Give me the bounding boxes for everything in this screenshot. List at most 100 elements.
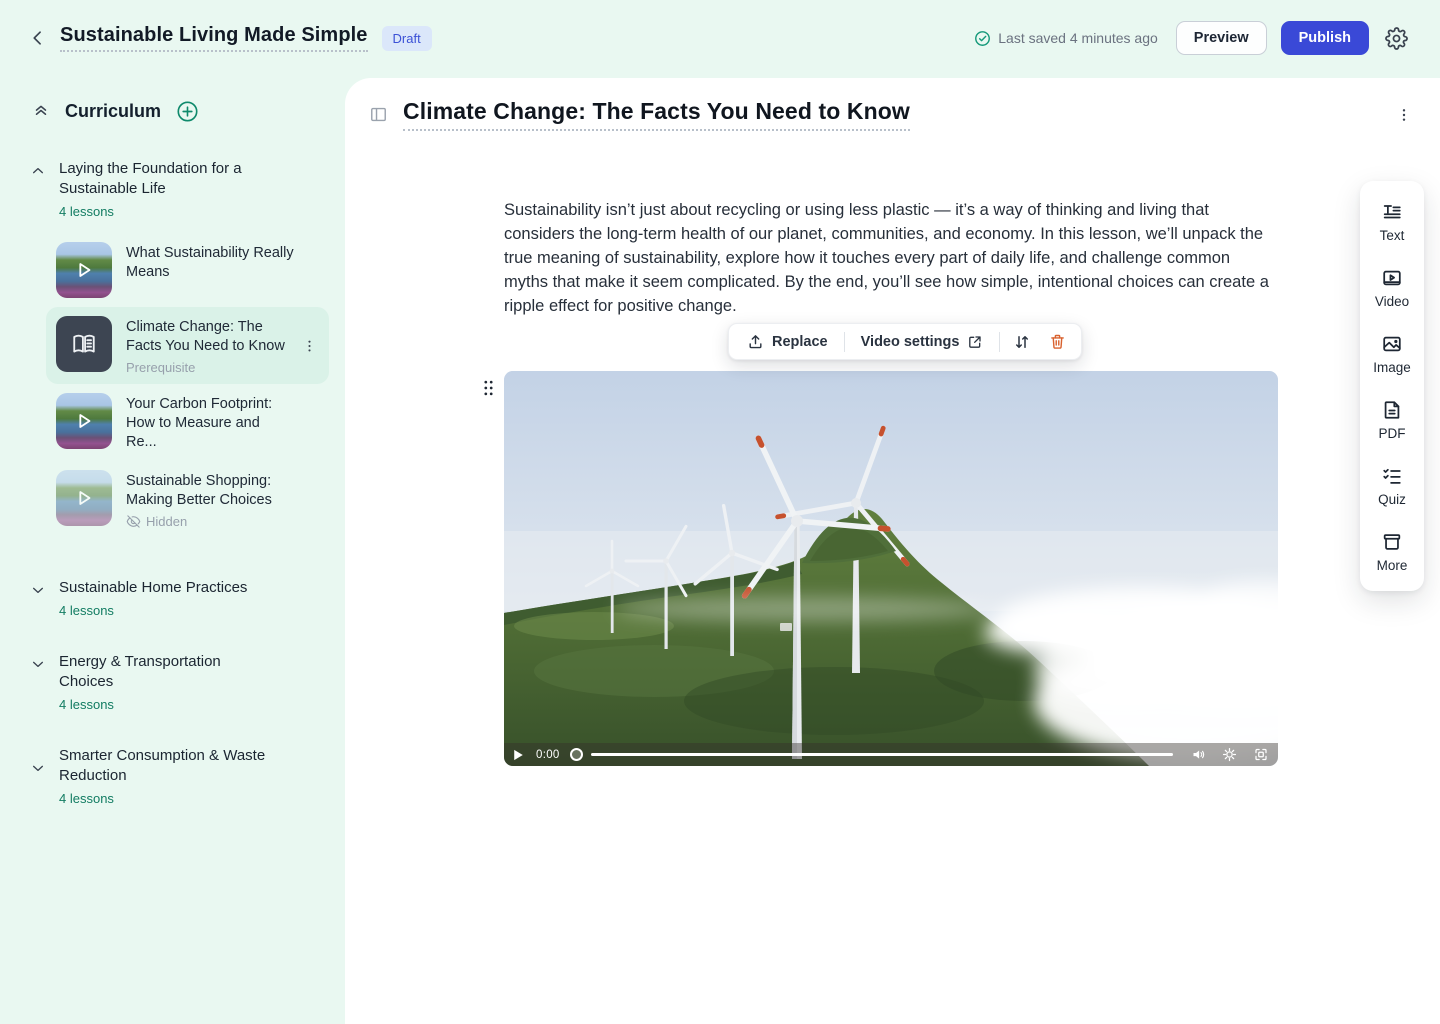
section-lesson-count: 4 lessons bbox=[59, 791, 279, 806]
chevron-up-icon[interactable] bbox=[30, 163, 46, 219]
move-block-button[interactable] bbox=[1004, 326, 1040, 358]
gear-icon bbox=[1385, 27, 1408, 50]
preview-button[interactable]: Preview bbox=[1176, 21, 1267, 56]
delete-block-button[interactable] bbox=[1040, 326, 1075, 357]
sort-arrows-icon bbox=[1013, 333, 1031, 351]
lesson-prerequisite-label: Prerequisite bbox=[126, 360, 294, 375]
lesson-video-player[interactable]: 0:00 bbox=[504, 371, 1278, 766]
section-home-practices[interactable]: Sustainable Home Practices 4 lessons bbox=[0, 578, 345, 618]
lesson-item-sustainable-shopping[interactable]: Sustainable Shopping: Making Better Choi… bbox=[46, 461, 329, 538]
save-status-text: Last saved 4 minutes ago bbox=[998, 30, 1158, 46]
publish-button[interactable]: Publish bbox=[1281, 21, 1369, 56]
section-laying-foundation[interactable]: Laying the Foundation for a Sustainable … bbox=[0, 159, 345, 219]
lesson-item-climate-change[interactable]: Climate Change: The Facts You Need to Kn… bbox=[46, 307, 329, 384]
curriculum-sidebar: Curriculum Laying the Foundation for a S… bbox=[0, 76, 345, 1024]
section-lesson-count: 4 lessons bbox=[59, 204, 279, 219]
collapse-all-icon[interactable] bbox=[30, 101, 52, 123]
video-volume-button[interactable] bbox=[1187, 747, 1210, 762]
insert-text-button[interactable]: Text bbox=[1380, 201, 1405, 243]
video-play-button[interactable] bbox=[513, 749, 528, 761]
video-scrubber-handle[interactable] bbox=[570, 748, 583, 761]
panel-toggle-icon[interactable] bbox=[369, 105, 388, 124]
upload-icon bbox=[747, 333, 764, 350]
section-title: Sustainable Home Practices bbox=[59, 578, 247, 598]
back-button[interactable] bbox=[24, 24, 52, 52]
insert-image-button[interactable]: Image bbox=[1373, 333, 1411, 375]
header-actions: Last saved 4 minutes ago Preview Publish bbox=[974, 21, 1410, 56]
lesson-list: What Sustainability Really Means Climate… bbox=[46, 233, 329, 538]
lesson-title: Sustainable Shopping: Making Better Choi… bbox=[126, 470, 294, 510]
play-icon bbox=[513, 749, 524, 761]
video-fullscreen-button[interactable] bbox=[1249, 747, 1269, 762]
section-energy-transportation[interactable]: Energy & Transportation Choices 4 lesson… bbox=[0, 652, 345, 712]
insert-quiz-button[interactable]: Quiz bbox=[1378, 465, 1406, 507]
lesson-intro-paragraph[interactable]: Sustainability isn’t just about recyclin… bbox=[504, 198, 1278, 318]
insert-pdf-button[interactable]: PDF bbox=[1379, 399, 1406, 441]
more-blocks-icon bbox=[1381, 531, 1403, 553]
block-drag-handle[interactable] bbox=[478, 375, 499, 401]
play-icon bbox=[56, 242, 112, 298]
lesson-menu-button[interactable] bbox=[298, 334, 321, 357]
eye-off-icon bbox=[126, 514, 141, 529]
lesson-video-thumbnail bbox=[56, 393, 112, 449]
top-bar: Sustainable Living Made Simple Draft Las… bbox=[0, 0, 1440, 76]
lesson-item-what-sustainability[interactable]: What Sustainability Really Means bbox=[46, 233, 329, 307]
lesson-title: What Sustainability Really Means bbox=[126, 242, 294, 282]
pdf-block-icon bbox=[1381, 399, 1403, 421]
replace-video-button[interactable]: Replace bbox=[735, 326, 840, 357]
video-control-bar: 0:00 bbox=[504, 743, 1278, 766]
lesson-video-thumbnail bbox=[56, 242, 112, 298]
drag-dots-icon bbox=[482, 379, 495, 397]
wind-turbine-video-frame bbox=[504, 371, 1278, 766]
lesson-item-carbon-footprint[interactable]: Your Carbon Footprint: How to Measure an… bbox=[46, 384, 329, 461]
volume-icon bbox=[1191, 747, 1206, 762]
video-block-toolbar: Replace Video settings bbox=[728, 323, 1082, 360]
add-section-button[interactable] bbox=[174, 98, 201, 125]
lesson-hidden-label: Hidden bbox=[126, 514, 294, 529]
curriculum-title: Curriculum bbox=[65, 101, 161, 122]
video-settings-gear-button[interactable] bbox=[1218, 747, 1241, 762]
section-title: Laying the Foundation for a Sustainable … bbox=[59, 159, 279, 199]
chevron-down-icon[interactable] bbox=[30, 760, 46, 806]
settings-button[interactable] bbox=[1383, 25, 1410, 52]
section-smarter-consumption[interactable]: Smarter Consumption & Waste Reduction 4 … bbox=[0, 746, 345, 806]
book-open-icon bbox=[71, 331, 97, 357]
lesson-video-thumbnail bbox=[56, 470, 112, 526]
insert-more-button[interactable]: More bbox=[1377, 531, 1408, 573]
lesson-reading-thumbnail bbox=[56, 316, 112, 372]
status-badge: Draft bbox=[382, 26, 432, 51]
back-chevron-icon bbox=[28, 28, 48, 48]
check-circle-icon bbox=[974, 30, 991, 47]
section-lesson-count: 4 lessons bbox=[59, 603, 247, 618]
lesson-page-title[interactable]: Climate Change: The Facts You Need to Kn… bbox=[403, 98, 910, 131]
image-block-icon bbox=[1381, 333, 1403, 355]
kebab-icon bbox=[302, 338, 317, 353]
gear-icon bbox=[1222, 747, 1237, 762]
section-title: Energy & Transportation Choices bbox=[59, 652, 279, 692]
lesson-title: Climate Change: The Facts You Need to Kn… bbox=[126, 316, 294, 356]
kebab-icon bbox=[1396, 107, 1412, 123]
course-title[interactable]: Sustainable Living Made Simple bbox=[60, 24, 368, 52]
toolbar-divider bbox=[844, 332, 845, 352]
section-lesson-count: 4 lessons bbox=[59, 697, 279, 712]
quiz-block-icon bbox=[1381, 465, 1403, 487]
plus-circle-icon bbox=[176, 100, 199, 123]
curriculum-header: Curriculum bbox=[0, 98, 345, 125]
section-title: Smarter Consumption & Waste Reduction bbox=[59, 746, 279, 786]
insert-block-panel: Text Video Image PDF Quiz bbox=[1360, 181, 1424, 591]
video-progress-bar[interactable] bbox=[591, 753, 1173, 756]
chevron-down-icon[interactable] bbox=[30, 656, 46, 712]
trash-icon bbox=[1049, 333, 1066, 350]
play-icon bbox=[56, 393, 112, 449]
save-status: Last saved 4 minutes ago bbox=[974, 30, 1158, 47]
video-settings-button[interactable]: Video settings bbox=[849, 327, 996, 357]
lesson-title: Your Carbon Footprint: How to Measure an… bbox=[126, 393, 294, 452]
lesson-header: Climate Change: The Facts You Need to Kn… bbox=[345, 78, 1440, 131]
play-icon bbox=[56, 470, 112, 526]
chevron-down-icon[interactable] bbox=[30, 582, 46, 618]
insert-video-button[interactable]: Video bbox=[1375, 267, 1409, 309]
fullscreen-icon bbox=[1253, 747, 1269, 762]
text-block-icon bbox=[1381, 201, 1403, 223]
video-block-icon bbox=[1381, 267, 1403, 289]
lesson-options-button[interactable] bbox=[1394, 105, 1414, 125]
